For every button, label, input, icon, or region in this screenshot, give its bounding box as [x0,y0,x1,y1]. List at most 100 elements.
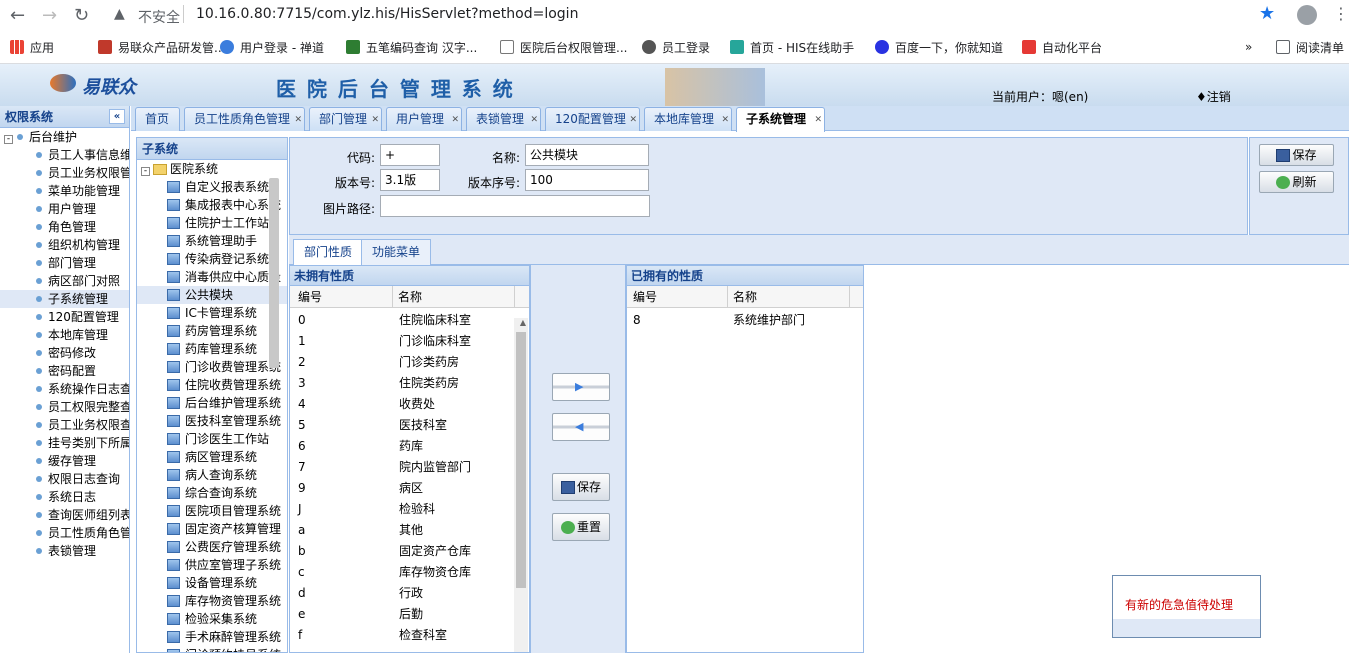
reset-button[interactable]: 重置 [552,513,610,541]
sidebar-item[interactable]: 120配置管理 [0,308,129,326]
forward-icon[interactable]: → [42,5,57,26]
collapse-icon[interactable]: « [109,109,125,124]
bookmark-item[interactable]: 员工登录 [642,38,710,56]
subsystem-item[interactable]: 库存物资管理系统 [137,592,287,610]
version-seq-field[interactable]: 100 [525,169,649,191]
tab-item[interactable]: 120配置管理 ✕ [545,107,640,131]
subsystem-item[interactable]: 自定义报表系统 [137,178,287,196]
subsystem-item[interactable]: 公费医疗管理系统 [137,538,287,556]
subsystem-item[interactable]: 医院项目管理系统 [137,502,287,520]
code-field[interactable]: + [380,144,440,166]
close-icon[interactable]: ✕ [629,109,637,131]
subsystem-item[interactable]: 住院护士工作站 [137,214,287,232]
sidebar-item[interactable]: 子系统管理 [0,290,129,308]
more-bookmarks-icon[interactable]: » [1245,38,1252,56]
tab-function-menu[interactable]: 功能菜单 [361,239,432,265]
subsystem-item[interactable]: 门诊预约挂号系统 [137,646,287,652]
menu-icon[interactable]: ⋮ [1333,4,1349,23]
close-icon[interactable]: ✕ [294,109,302,131]
table-row[interactable]: f 检查科室 [290,625,529,646]
sidebar-item[interactable]: 挂号类别下所属 [0,434,129,452]
table-row[interactable]: 0 住院临床科室 [290,310,529,331]
close-icon[interactable]: ✕ [371,109,379,131]
bookmark-item[interactable]: 五笔编码查询 汉字... [346,38,477,56]
table-row[interactable]: 3 住院类药房 [290,373,529,394]
subsystem-item[interactable]: 后台维护管理系统 [137,394,287,412]
table-row[interactable]: 4 收费处 [290,394,529,415]
sidebar-item[interactable]: 缓存管理 [0,452,129,470]
subsystem-item[interactable]: 集成报表中心系统 [137,196,287,214]
sidebar-item[interactable]: 部门管理 [0,254,129,272]
sidebar-item[interactable]: 菜单功能管理 [0,182,129,200]
subsystem-item[interactable]: 医技科室管理系统 [137,412,287,430]
profile-icon[interactable] [1297,5,1317,25]
name-field[interactable]: 公共模块 [525,144,649,166]
table-row[interactable]: 1 门诊临床科室 [290,331,529,352]
col-name[interactable]: 名称 [733,286,757,308]
move-right-button[interactable]: ▶ [552,373,610,401]
bookmark-item[interactable]: 自动化平台 [1022,38,1102,56]
bookmark-item[interactable]: 易联众产品研发管... [98,38,225,56]
collapse-tree-icon[interactable]: - [141,167,150,176]
bookmark-item[interactable]: 百度一下，你就知道 [875,38,1003,56]
logout-link[interactable]: ♦注销 [1196,88,1231,105]
reading-list[interactable]: 阅读清单 [1276,38,1344,56]
table-row[interactable]: e 后勤 [290,604,529,625]
reload-icon[interactable]: ↻ [74,5,89,26]
tab-item[interactable]: 首页 [135,107,180,131]
sidebar-item[interactable]: 密码修改 [0,344,129,362]
save-button[interactable]: 保存 [1259,144,1334,166]
table-row[interactable]: 8 系统维护部门 [627,310,863,331]
tab-dept-nature[interactable]: 部门性质 [293,239,364,265]
table-row[interactable]: a 其他 [290,520,529,541]
move-left-button[interactable]: ◀ [552,413,610,441]
subsystem-item[interactable]: 消毒供应中心质量 [137,268,287,286]
table-row[interactable]: 7 院内监管部门 [290,457,529,478]
tab-item[interactable]: 部门管理 ✕ [309,107,382,131]
scroll-up-icon[interactable]: ▲ [520,318,526,327]
star-icon[interactable]: ★ [1259,3,1275,24]
close-icon[interactable]: ✕ [530,109,538,131]
col-code[interactable]: 编号 [633,286,657,308]
tab-item[interactable]: 表锁管理 ✕ [466,107,541,131]
sidebar-item[interactable]: 员工业务权限查询 [0,416,129,434]
close-icon[interactable]: ✕ [721,109,729,131]
subsystem-item[interactable]: 门诊医生工作站 [137,430,287,448]
col-name[interactable]: 名称 [398,286,422,308]
bookmark-item[interactable]: 用户登录 - 禅道 [220,38,324,56]
table-row[interactable]: c 库存物资仓库 [290,562,529,583]
sidebar-item[interactable]: 密码配置 [0,362,129,380]
subsystem-item[interactable]: 系统管理助手 [137,232,287,250]
close-icon[interactable]: ✕ [451,109,459,131]
save-button[interactable]: 保存 [552,473,610,501]
scrollbar-thumb[interactable] [269,178,279,368]
subsystem-item[interactable]: 固定资产核算管理 [137,520,287,538]
col-code[interactable]: 编号 [298,286,322,308]
subsystem-root[interactable]: - 医院系统 [137,160,287,178]
subsystem-item[interactable]: 药库管理系统 [137,340,287,358]
sidebar-item[interactable]: 表锁管理 [0,542,129,560]
subsystem-item[interactable]: 住院收费管理系统 [137,376,287,394]
tab-item[interactable]: 用户管理 ✕ [386,107,462,131]
tab-item[interactable]: 本地库管理 ✕ [644,107,732,131]
critical-value-alert[interactable]: 有新的危急值待处理 [1112,575,1261,638]
table-row[interactable]: b 固定资产仓库 [290,541,529,562]
image-path-field[interactable] [380,195,650,217]
subsystem-item[interactable]: 药房管理系统 [137,322,287,340]
sidebar-item[interactable]: 系统日志 [0,488,129,506]
table-row[interactable]: 6 药库 [290,436,529,457]
url-text[interactable]: 10.16.0.80:7715/com.ylz.his/HisServlet?m… [196,6,578,22]
sidebar-item[interactable]: 系统操作日志查询 [0,380,129,398]
tab-item[interactable]: 员工性质角色管理 ✕ [184,107,305,131]
subsystem-item[interactable]: 供应室管理子系统 [137,556,287,574]
bookmark-item[interactable]: 医院后台权限管理... [500,38,627,56]
subsystem-item[interactable]: 病人查询系统 [137,466,287,484]
bookmark-item[interactable]: 首页 - HIS在线助手 [730,38,854,56]
sidebar-item[interactable]: 权限日志查询 [0,470,129,488]
sidebar-item[interactable]: 角色管理 [0,218,129,236]
table-row[interactable]: d 行政 [290,583,529,604]
subsystem-item[interactable]: 公共模块 [137,286,287,304]
table-row[interactable]: 2 门诊类药房 [290,352,529,373]
scrollbar-thumb[interactable] [516,332,526,588]
version-field[interactable]: 3.1版 [380,169,440,191]
